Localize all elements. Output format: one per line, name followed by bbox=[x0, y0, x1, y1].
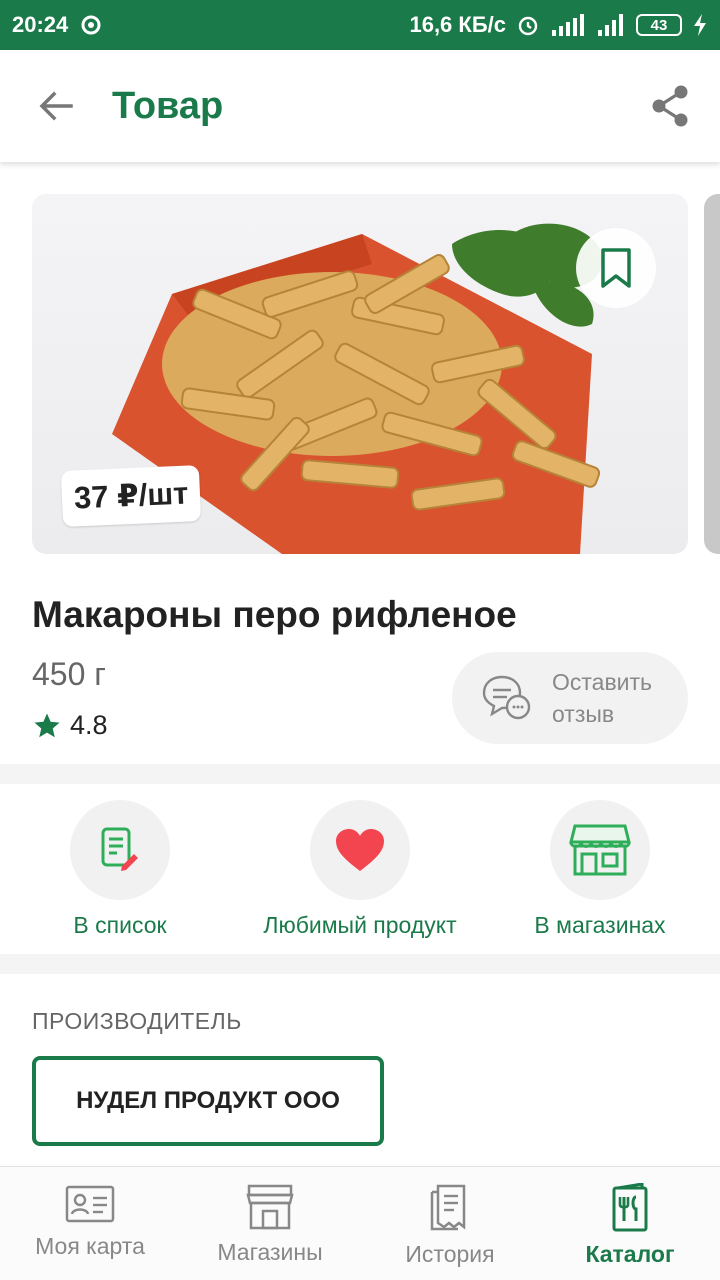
screen: 20:24 16,6 КБ/с 43 Товар 37 ₽/шт Макарон… bbox=[0, 0, 720, 1280]
bottom-nav: Моя карта Магазины История Каталог bbox=[0, 1166, 720, 1280]
page-title: Товар bbox=[112, 84, 224, 127]
battery-level: 43 bbox=[650, 16, 668, 34]
alarm-icon bbox=[516, 13, 540, 37]
add-to-list-label: В список bbox=[73, 912, 167, 938]
in-stores-button[interactable]: В магазинах bbox=[480, 784, 720, 954]
leave-review-button[interactable]: Оставить отзыв bbox=[452, 652, 688, 744]
back-button[interactable] bbox=[0, 50, 112, 162]
in-stores-circle bbox=[550, 800, 650, 900]
notification-icon bbox=[80, 14, 102, 36]
share-icon bbox=[652, 85, 688, 127]
network-speed: 16,6 КБ/с bbox=[409, 12, 506, 37]
favorite-label: Любимый продукт bbox=[263, 912, 457, 938]
section-divider bbox=[0, 764, 720, 784]
bookmark-button[interactable] bbox=[576, 228, 656, 308]
product-name: Макароны перо рифленое bbox=[32, 594, 517, 635]
list-edit-icon bbox=[101, 827, 138, 871]
star-icon bbox=[34, 713, 60, 737]
nav-label-my-card: Моя карта bbox=[35, 1233, 145, 1259]
rating-value: 4.8 bbox=[70, 710, 108, 740]
signal-icon-2 bbox=[596, 14, 626, 36]
manufacturer-button[interactable]: НУДЕЛ ПРОДУКТ ООО bbox=[32, 1056, 384, 1146]
review-label: Оставить отзыв bbox=[552, 669, 653, 727]
status-time: 20:24 bbox=[12, 12, 69, 37]
arrow-left-icon bbox=[39, 91, 73, 121]
nav-item-history[interactable]: История bbox=[360, 1167, 540, 1280]
chat-bubbles-icon bbox=[482, 675, 531, 720]
in-stores-label: В магазинах bbox=[534, 912, 666, 938]
product-actions: В список Любимый продукт В магазинах bbox=[0, 784, 720, 954]
shop-icon bbox=[246, 1184, 294, 1230]
nav-item-stores[interactable]: Магазины bbox=[180, 1167, 360, 1280]
favorite-button[interactable]: Любимый продукт bbox=[240, 784, 480, 954]
product-image[interactable]: 37 ₽/шт bbox=[32, 194, 688, 554]
next-image-peek[interactable] bbox=[704, 194, 720, 554]
favorite-circle bbox=[310, 800, 410, 900]
add-to-list-circle bbox=[70, 800, 170, 900]
id-card-icon bbox=[65, 1185, 115, 1223]
bookmark-icon bbox=[601, 248, 631, 288]
heart-icon bbox=[336, 829, 384, 871]
nav-label-stores: Магазины bbox=[217, 1239, 323, 1265]
section-divider bbox=[0, 954, 720, 974]
signal-icon bbox=[550, 14, 586, 36]
nav-label-catalog: Каталог bbox=[585, 1241, 675, 1267]
app-bar: Товар bbox=[0, 50, 720, 162]
product-weight: 450 г bbox=[32, 656, 106, 692]
receipt-icon bbox=[430, 1184, 466, 1231]
charging-icon bbox=[692, 14, 708, 36]
battery-icon: 43 bbox=[636, 14, 682, 36]
manufacturer-section-title: ПРОИЗВОДИТЕЛЬ bbox=[32, 1008, 242, 1034]
store-icon bbox=[569, 824, 631, 876]
catalog-icon bbox=[612, 1183, 648, 1232]
rating: 4.8 bbox=[32, 710, 108, 741]
add-to-list-button[interactable]: В список bbox=[0, 784, 240, 954]
price-tag: 37 ₽/шт bbox=[60, 465, 202, 527]
nav-label-history: История bbox=[405, 1241, 495, 1267]
nav-item-my-card[interactable]: Моя карта bbox=[0, 1167, 180, 1280]
status-bar: 20:24 16,6 КБ/с 43 bbox=[0, 0, 720, 50]
share-button[interactable] bbox=[620, 50, 720, 162]
nav-item-catalog[interactable]: Каталог bbox=[540, 1167, 720, 1280]
